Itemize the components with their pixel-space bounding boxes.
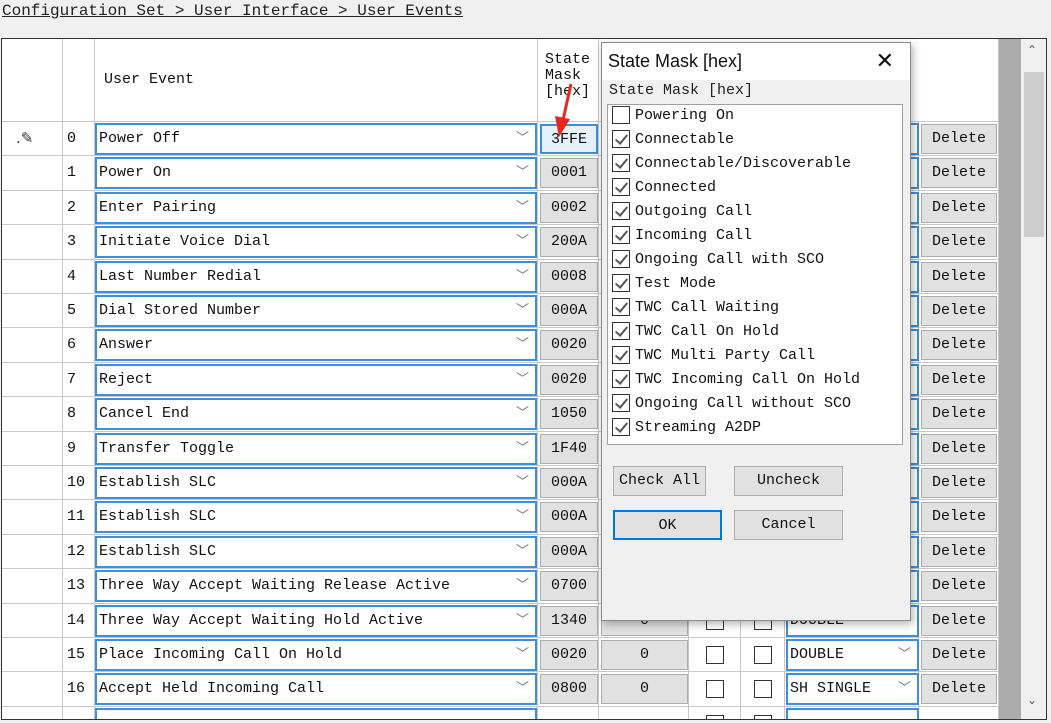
annotation-arrow	[555, 83, 573, 137]
